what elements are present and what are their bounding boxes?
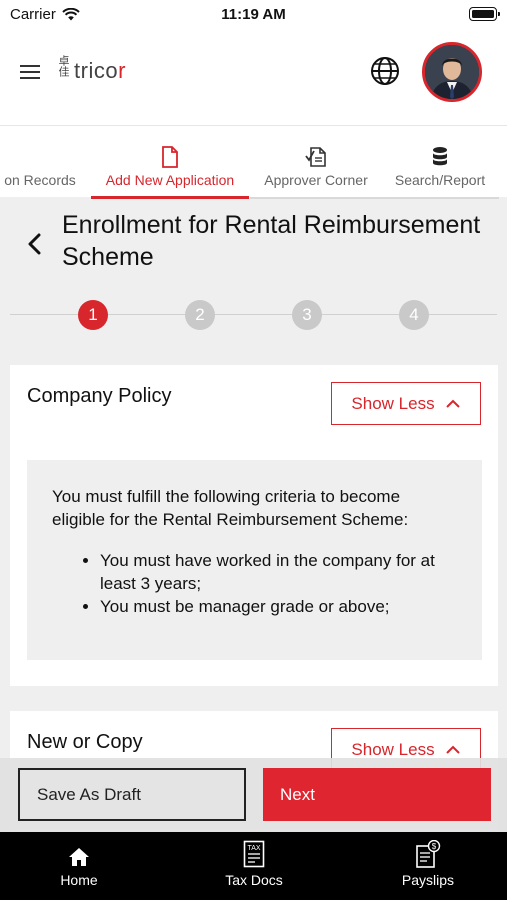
page-title-row: Enrollment for Rental Reimbursement Sche… <box>0 197 507 292</box>
nav-label: Tax Docs <box>225 872 283 888</box>
logo-mark: 卓佳 <box>57 55 70 77</box>
bottom-navigation: Home TAX Tax Docs $ Payslips <box>0 832 507 900</box>
next-button[interactable]: Next <box>263 768 491 821</box>
nav-label: Payslips <box>401 872 455 888</box>
user-avatar[interactable] <box>422 42 482 102</box>
chevron-up-icon <box>445 399 460 408</box>
step-3[interactable]: 3 <box>292 300 322 330</box>
svg-text:$: $ <box>432 842 437 851</box>
policy-text-box: You must fulfill the following criteria … <box>27 460 482 660</box>
save-as-draft-button[interactable]: Save As Draft <box>18 768 246 821</box>
step-2[interactable]: 2 <box>185 300 215 330</box>
app-header: 卓佳 tricor <box>0 30 507 125</box>
globe-icon[interactable] <box>370 56 400 86</box>
tax-docs-icon: TAX <box>243 840 265 868</box>
criteria-list: You must have worked in the company for … <box>52 549 457 618</box>
home-icon <box>69 848 89 866</box>
nav-home[interactable]: Home <box>19 838 139 888</box>
svg-text:TAX: TAX <box>247 845 260 852</box>
action-bar: Save As Draft Next <box>0 758 507 832</box>
policy-intro: You must fulfill the following criteria … <box>52 487 409 529</box>
show-less-label: Show Less <box>351 739 435 759</box>
database-icon <box>433 147 447 166</box>
clock: 11:19 AM <box>221 6 286 23</box>
nav-tax-docs[interactable]: TAX Tax Docs <box>194 838 314 888</box>
step-1[interactable]: 1 <box>78 300 108 330</box>
tab-label: Search/Report <box>394 172 486 188</box>
tab-add-new-application[interactable]: Add New Application <box>91 126 249 199</box>
payslips-icon: $ <box>416 840 441 868</box>
battery-icon <box>469 7 500 21</box>
tricor-logo: 卓佳 tricor <box>56 55 126 87</box>
tab-label: on Records <box>4 172 76 188</box>
card-title: Company Policy <box>27 385 172 407</box>
document-icon <box>162 146 178 168</box>
card-title: New or Copy <box>27 731 143 753</box>
chevron-up-icon <box>445 745 460 754</box>
step-4[interactable]: 4 <box>399 300 429 330</box>
company-policy-card: Company Policy Show Less You must fulfil… <box>10 365 498 686</box>
nav-payslips[interactable]: $ Payslips <box>368 838 488 888</box>
nav-label: Home <box>60 872 98 888</box>
tab-search-report[interactable]: Search/Report <box>383 126 497 198</box>
tab-label: Add New Application <box>105 172 235 188</box>
show-less-button[interactable]: Show Less <box>331 382 481 425</box>
criteria-item: You must be manager grade or above; <box>100 595 457 618</box>
status-bar: Carrier 11:19 AM <box>0 0 507 30</box>
tab-application-records[interactable]: on Records <box>0 126 84 198</box>
tab-label: Approver Corner <box>264 172 368 188</box>
page-title: Enrollment for Rental Reimbursement Sche… <box>62 211 481 271</box>
show-less-label: Show Less <box>351 393 435 413</box>
profile-photo <box>425 45 479 99</box>
tab-bar: on Records Add New Application Approver … <box>0 125 507 199</box>
progress-stepper: 1 2 3 4 <box>0 292 507 352</box>
tab-approver-corner[interactable]: Approver Corner <box>252 126 380 198</box>
logo-wordmark: tricor <box>74 58 126 83</box>
criteria-item: You must have worked in the company for … <box>100 549 457 595</box>
hamburger-menu-icon[interactable] <box>20 65 40 81</box>
back-chevron-icon[interactable] <box>26 232 44 256</box>
approve-doc-icon <box>305 147 326 167</box>
